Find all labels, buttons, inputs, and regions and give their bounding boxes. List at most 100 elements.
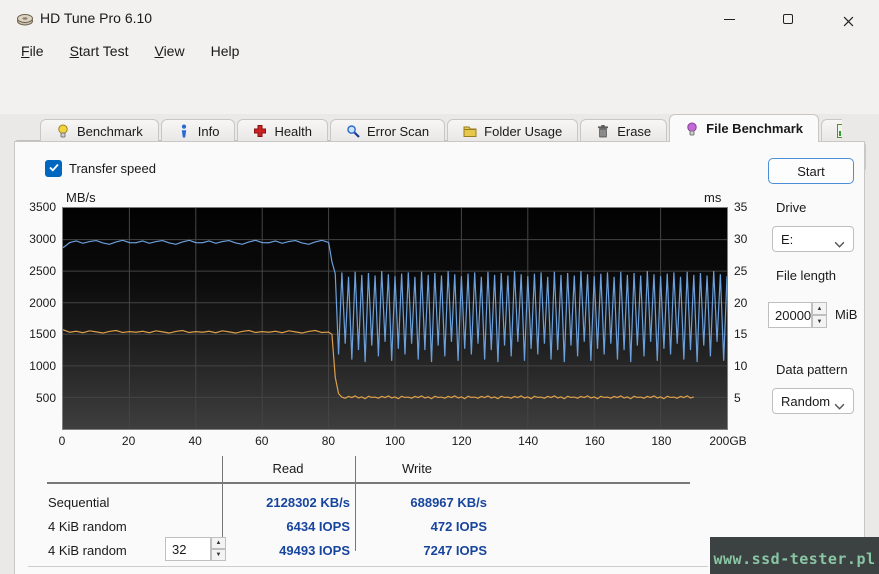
ms-tick-label: 30 [734,232,747,246]
app-icon [16,10,34,28]
drive-label: Drive [776,200,806,215]
tab-label: Health [274,124,312,139]
x-axis-ticks: 020406080100120140160180200GB [62,434,782,450]
transfer-speed-checkbox[interactable] [45,160,62,177]
y-tick-label: 1000 [29,359,56,373]
write-value: 472 IOPS [367,519,487,534]
y-axis-ticks-left: 350030002500200015001000500 [0,207,56,430]
queue-depth-input[interactable]: 32 [165,537,211,561]
drive-dropdown[interactable]: E: [772,226,854,252]
tab-m[interactable]: M. [821,119,842,142]
step-down-icon[interactable]: ▼ [812,315,827,328]
menu-item-view[interactable]: View [143,41,195,61]
tab-info[interactable]: Info [161,119,236,142]
x-tick-label: 100 [365,434,425,448]
ms-tick-label: 10 [734,359,747,373]
step-up-icon[interactable]: ▲ [812,302,827,315]
bulb-yellow-icon [56,124,70,138]
tabs: Benchmark Info Health Error Scan Folder Usag… [40,114,842,142]
drive-dropdown-value: E: [781,232,834,247]
ms-tick-label: 5 [734,391,741,405]
data-pattern-value: Random [781,394,834,409]
y-axis-unit-left: MB/s [66,190,96,205]
start-button[interactable]: Start [768,158,854,184]
data-pattern-dropdown[interactable]: Random [772,388,854,414]
ms-tick-label: 25 [734,264,747,278]
x-tick-label: 60 [232,434,292,448]
queue-depth-value: 32 [172,542,186,557]
table-header-line [47,482,690,484]
row-label: 4 KiB random [48,543,127,558]
tab-health[interactable]: Health [237,119,328,142]
title-bar: HD Tune Pro 6.10 [0,0,879,38]
tab-label: Folder Usage [484,124,562,139]
read-column-header: Read [228,461,348,476]
menu-item-start-test[interactable]: Start Test [59,41,140,61]
row-label: 4 KiB random [48,519,127,534]
minimize-button[interactable] [706,0,752,38]
chevron-down-icon [834,398,845,405]
x-tick-label: 40 [165,434,225,448]
tab-label: File Benchmark [706,121,803,136]
tab-folder-usage[interactable]: Folder Usage [447,119,578,142]
table-row: 4 KiB random6434 IOPS472 IOPS [0,516,700,540]
file-length-label: File length [776,268,836,283]
y-tick-label: 3000 [29,232,56,246]
maximize-icon [783,14,793,24]
tab-file-benchmark[interactable]: File Benchmark [669,114,819,142]
toolbar: FIKWOT FP110 500GB 45°C Exit [0,64,879,114]
y-axis-unit-right: ms [704,190,721,205]
window-title: HD Tune Pro 6.10 [40,10,152,26]
write-value: 7247 IOPS [367,543,487,558]
read-value: 2128302 KB/s [230,495,350,510]
maximize-button[interactable] [765,0,811,38]
row-label: Sequential [48,495,109,510]
x-tick-label: 200GB [698,434,758,448]
step-up-icon[interactable]: ▲ [211,537,226,549]
bulb-purple-icon [685,122,699,136]
read-value: 49493 IOPS [230,543,350,558]
file-length-value: 20000 [775,308,811,323]
file-length-unit: MiB [835,307,857,322]
ms-tick-label: 35 [734,200,747,214]
info-icon [177,124,191,138]
table-row: 4 KiB random 32 ▲▼ 49493 IOPS 7247 IOPS [0,540,700,564]
y-tick-label: 500 [36,391,56,405]
tab-erase[interactable]: Erase [580,119,667,142]
transfer-speed-label: Transfer speed [69,161,156,176]
queue-depth-stepper[interactable]: ▲▼ [211,537,226,561]
file-length-input[interactable]: 20000 [768,302,812,328]
close-icon [843,14,854,25]
bottom-separator [28,566,708,567]
menu-bar: FileStart TestViewHelp [0,38,879,64]
ms-tick-label: 20 [734,296,747,310]
menu-item-file[interactable]: File [10,41,55,61]
step-down-icon[interactable]: ▼ [211,549,226,561]
ms-tick-label: 15 [734,327,747,341]
x-tick-label: 180 [631,434,691,448]
y-tick-label: 2000 [29,296,56,310]
mini-chart-icon [837,124,842,138]
x-tick-label: 120 [432,434,492,448]
start-label: Start [797,164,824,179]
file-length-stepper[interactable]: ▲ ▼ [812,302,827,328]
folder-icon [463,124,477,138]
minimize-icon [724,19,735,20]
tab-strip: ◀ BenchmarkInfoHealthError ScanFolder Us… [0,114,879,142]
tab-benchmark[interactable]: Benchmark [40,119,159,142]
watermark: www.ssd-tester.pl [710,537,879,574]
check-icon [48,160,60,178]
magnifier-icon [346,124,360,138]
write-speed-line [63,330,694,399]
close-button[interactable] [825,0,871,38]
write-column-header: Write [357,461,477,476]
menu-item-help[interactable]: Help [200,41,251,61]
tab-error-scan[interactable]: Error Scan [330,119,445,142]
x-tick-label: 80 [298,434,358,448]
tab-label: Erase [617,124,651,139]
x-tick-label: 160 [565,434,625,448]
health-cross-icon [253,124,267,138]
trash-icon [596,124,610,138]
write-value: 688967 KB/s [367,495,487,510]
tab-label: Benchmark [77,124,143,139]
